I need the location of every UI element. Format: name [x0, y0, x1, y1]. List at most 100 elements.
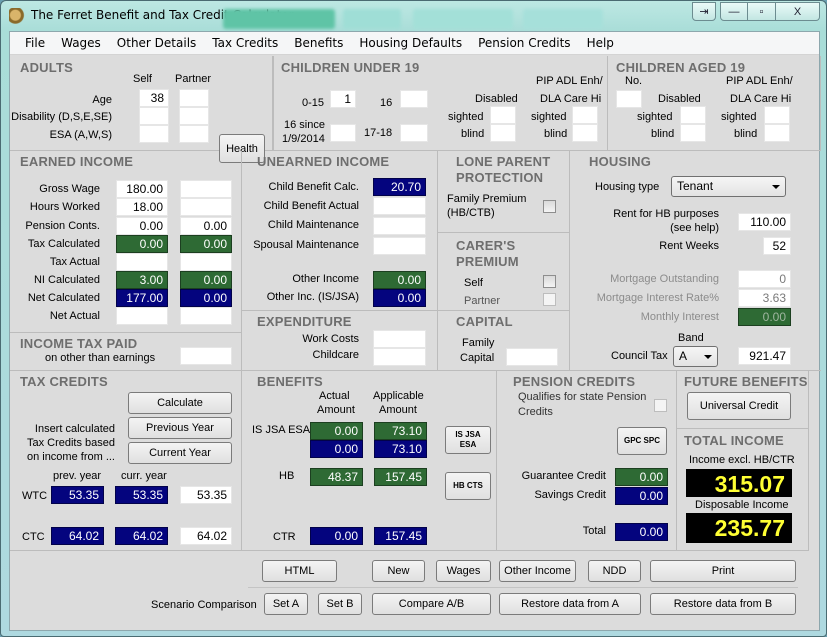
disability-self-input[interactable]	[139, 107, 169, 125]
council-tax-band-select[interactable]: A	[673, 346, 718, 367]
is-jsa-esa-button[interactable]: IS JSA ESA	[445, 426, 491, 454]
menu-tax-credits[interactable]: Tax Credits	[204, 36, 286, 50]
menu-benefits[interactable]: Benefits	[286, 36, 351, 50]
mortgage-rate-input[interactable]: 3.63	[738, 289, 791, 307]
earned-row-label: Net Actual	[49, 310, 100, 322]
esa-self-input[interactable]	[139, 125, 169, 143]
set-b-button[interactable]: Set B	[318, 593, 362, 615]
children-19-pip-blind-input[interactable]	[764, 124, 790, 142]
mortgage-outstanding-input[interactable]: 0	[738, 270, 791, 288]
age-0-15-input[interactable]: 1	[330, 90, 356, 108]
lone-parent-title-2: PROTECTION	[456, 170, 544, 185]
spousal-maintenance-input[interactable]	[373, 237, 426, 255]
menu-help[interactable]: Help	[579, 36, 622, 50]
qualifies-checkbox[interactable]	[654, 399, 667, 412]
restore-a-button[interactable]: Restore data from A	[499, 593, 641, 615]
wtc-input[interactable]: 53.35	[180, 486, 232, 504]
children-19-no-input[interactable]	[616, 90, 642, 108]
ctr-applicable: 157.45	[374, 527, 427, 545]
child-benefit-calc-label: Child Benefit Calc.	[268, 181, 360, 193]
partner-column-label: Partner	[175, 73, 212, 85]
print-button[interactable]: Print	[650, 560, 796, 582]
hb-cts-button[interactable]: HB CTS	[445, 472, 491, 500]
work-costs-input[interactable]	[373, 330, 426, 348]
age-16-since-input[interactable]	[330, 124, 356, 142]
expenditure-title: EXPENDITURE	[257, 314, 352, 329]
disabled-blind-input[interactable]	[490, 124, 516, 142]
title-bar[interactable]: The Ferret Benefit and Tax Credit Calcul…	[1, 1, 826, 31]
earned-partner-field[interactable]: 0.00	[180, 217, 232, 235]
carers-partner-checkbox[interactable]	[543, 293, 556, 306]
child-benefit-actual-input[interactable]	[373, 197, 426, 215]
rent-input[interactable]: 110.00	[738, 213, 791, 231]
earned-row-label: NI Calculated	[33, 274, 100, 286]
new-button[interactable]: New	[372, 560, 425, 582]
housing-type-select[interactable]: Tenant	[671, 176, 786, 197]
earned-self-field[interactable]	[116, 307, 168, 325]
window-controls: ⇥ — ▫ X	[692, 2, 820, 21]
menu-wages[interactable]: Wages	[53, 36, 109, 50]
child-benefit-actual-label: Child Benefit Actual	[263, 200, 359, 212]
children-19-blind-label: blind	[651, 128, 675, 140]
children-19-disabled-blind-input[interactable]	[680, 124, 706, 142]
income-tax-paid-input[interactable]	[180, 347, 232, 365]
age-16-since-label-1: 16 since	[284, 119, 325, 131]
esa-partner-input[interactable]	[179, 125, 209, 143]
html-button[interactable]: HTML	[262, 560, 337, 582]
earned-self-field[interactable]: 180.00	[116, 180, 168, 198]
age-self-input[interactable]: 38	[139, 89, 169, 107]
carers-self-checkbox[interactable]	[543, 275, 556, 288]
pip-sighted-input[interactable]	[572, 106, 598, 124]
previous-year-button[interactable]: Previous Year	[128, 417, 232, 439]
wages-button[interactable]: Wages	[436, 560, 491, 582]
menu-housing-defaults[interactable]: Housing Defaults	[351, 36, 470, 50]
ndd-button[interactable]: NDD	[588, 560, 641, 582]
age-partner-input[interactable]	[179, 89, 209, 107]
earned-partner-field[interactable]	[180, 307, 232, 325]
age-17-18-input[interactable]	[400, 124, 428, 142]
council-tax-input[interactable]: 921.47	[738, 347, 791, 365]
earned-self-field[interactable]: 18.00	[116, 198, 168, 216]
restore-b-button[interactable]: Restore data from B	[650, 593, 796, 615]
compare-ab-button[interactable]: Compare A/B	[372, 593, 491, 615]
earned-self-field[interactable]: 0.00	[116, 217, 168, 235]
family-premium-checkbox[interactable]	[543, 200, 556, 213]
disability-partner-input[interactable]	[179, 107, 209, 125]
children-19-pip-sighted-input[interactable]	[764, 106, 790, 124]
earned-partner-field[interactable]	[180, 253, 232, 271]
rent-weeks-input[interactable]: 52	[763, 237, 791, 255]
menu-other-details[interactable]: Other Details	[109, 36, 205, 50]
close-icon[interactable]: X	[776, 2, 820, 21]
other-income-button[interactable]: Other Income	[499, 560, 576, 582]
snap-icon[interactable]: ⇥	[692, 2, 716, 21]
earned-partner-field[interactable]	[180, 198, 232, 216]
age-16-input[interactable]	[400, 90, 428, 108]
childcare-input[interactable]	[373, 348, 426, 366]
children-19-disabled-sighted-input[interactable]	[680, 106, 706, 124]
income-tax-paid-panel: INCOME TAX PAID on other than earnings	[10, 333, 242, 371]
qualifies-label-1: Qualifies for state Pension	[518, 391, 647, 403]
ctc-input[interactable]: 64.02	[180, 527, 232, 545]
child-maintenance-input[interactable]	[373, 217, 426, 235]
family-capital-input[interactable]	[506, 348, 558, 366]
menu-file[interactable]: File	[17, 36, 53, 50]
set-a-button[interactable]: Set A	[264, 593, 308, 615]
current-year-button[interactable]: Current Year	[128, 442, 232, 464]
minimize-icon[interactable]: —	[720, 2, 748, 21]
menu-pension-credits[interactable]: Pension Credits	[470, 36, 578, 50]
ctc-curr-value: 64.02	[115, 527, 168, 545]
hb-label: HB	[279, 470, 295, 482]
other-income-value: 0.00	[373, 271, 426, 289]
calculate-button[interactable]: Calculate	[128, 392, 232, 414]
council-tax-label: Council Tax	[611, 350, 668, 362]
disabled-sighted-input[interactable]	[490, 106, 516, 124]
universal-credit-button[interactable]: Universal Credit	[687, 392, 791, 420]
benefits-title: BENEFITS	[257, 374, 323, 389]
age-label: Age	[92, 94, 112, 106]
pip-blind-input[interactable]	[572, 124, 598, 142]
earned-row-label: Net Calculated	[27, 292, 100, 304]
earned-partner-field[interactable]	[180, 180, 232, 198]
maximize-icon[interactable]: ▫	[748, 2, 776, 21]
earned-self-field[interactable]	[116, 253, 168, 271]
gpc-spc-button[interactable]: GPC SPC	[617, 427, 667, 455]
